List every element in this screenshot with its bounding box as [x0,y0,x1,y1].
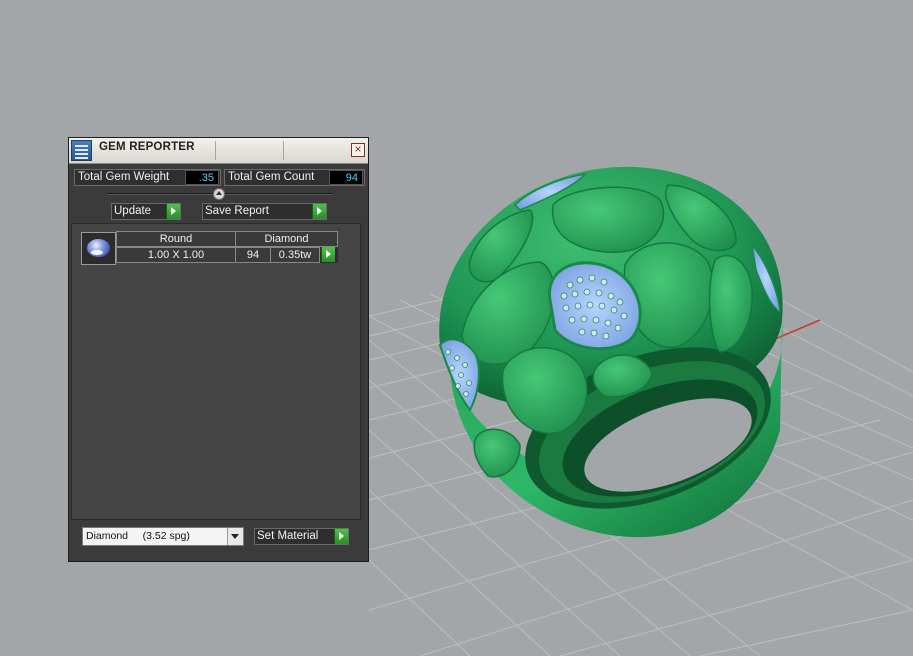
gem-weight-cell: 0.35tw [270,247,320,263]
close-icon[interactable]: × [351,143,365,157]
update-button[interactable]: Update [111,203,181,220]
gem-reporter-app-icon [71,140,92,161]
panel-titlebar[interactable]: GEM REPORTER × [69,138,368,164]
gem-size-cell: 1.00 X 1.00 [116,247,236,263]
gem-list[interactable]: Round Diamond 1.00 X 1.00 94 0.35tw [71,223,361,520]
play-arrow-icon[interactable] [312,204,326,219]
total-gem-count-value: 94 [329,170,363,185]
gem-row-go-button[interactable] [320,247,338,263]
play-arrow-icon[interactable] [321,247,335,262]
play-arrow-icon[interactable] [166,204,180,219]
save-report-button-label: Save Report [205,205,269,217]
save-report-button[interactable]: Save Report [202,203,327,220]
gem-reporter-panel: GEM REPORTER × Total Gem Weight .35 Tota… [68,137,369,562]
ring-model[interactable] [438,166,793,540]
chevron-down-icon[interactable] [227,528,243,545]
set-material-button[interactable]: Set Material [254,528,349,545]
gem-count-cell: 94 [235,247,271,263]
gem-material-header: Diamond [235,231,338,247]
set-material-button-label: Set Material [257,530,319,542]
material-select-value: Diamond (3.52 spg) [86,530,190,542]
round-gem-icon[interactable] [81,232,116,265]
total-gem-weight-value: .35 [185,170,219,185]
titlebar-divider [215,141,216,160]
update-button-label: Update [114,205,152,217]
gem-shape-header: Round [116,231,236,247]
slider-handle-icon[interactable] [213,188,225,200]
play-arrow-icon[interactable] [334,529,348,544]
panel-title: GEM REPORTER [99,141,195,153]
material-select[interactable]: Diamond (3.52 spg) [82,527,244,546]
titlebar-divider [283,141,284,160]
